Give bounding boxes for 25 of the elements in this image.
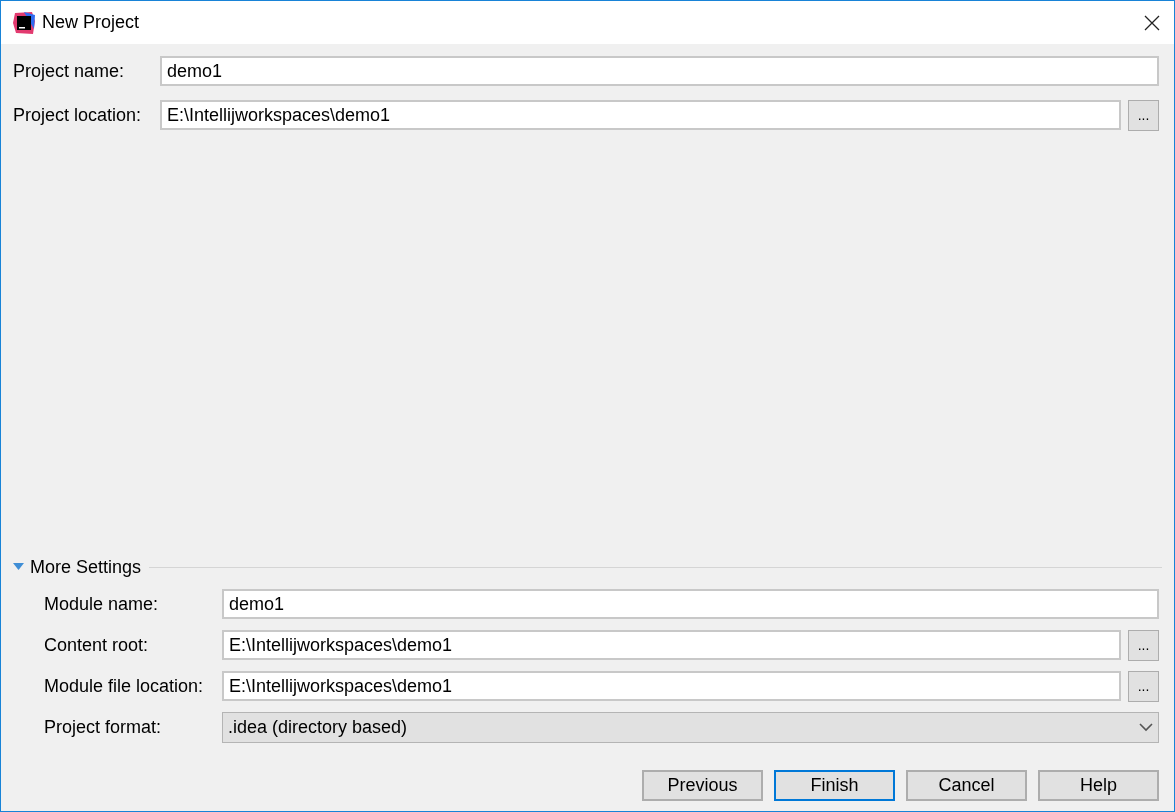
text-field[interactable]: demo1 bbox=[160, 56, 1159, 86]
text-field[interactable]: E:\Intellijworkspaces\demo1 bbox=[160, 100, 1121, 130]
app-logo-icon bbox=[12, 10, 36, 35]
dialog-button[interactable]: Previous bbox=[642, 770, 763, 801]
section-label[interactable]: More Settings bbox=[30, 553, 142, 581]
chevron-down-icon bbox=[1139, 722, 1153, 732]
field-label: Module file location: bbox=[44, 674, 205, 698]
text-field[interactable]: E:\Intellijworkspaces\demo1 bbox=[222, 630, 1121, 660]
browse-button[interactable]: ... bbox=[1128, 99, 1159, 131]
window-title: New Project bbox=[42, 11, 140, 34]
field-label: Project name: bbox=[13, 59, 126, 83]
field-label: Project format: bbox=[44, 715, 163, 739]
field-label: Project location: bbox=[13, 103, 143, 127]
dialog-button[interactable]: Finish bbox=[774, 770, 895, 801]
browse-button[interactable]: ... bbox=[1128, 629, 1159, 661]
dialog-button[interactable]: Cancel bbox=[906, 770, 1027, 801]
text-field[interactable]: E:\Intellijworkspaces\demo1 bbox=[222, 671, 1121, 701]
triangle-icon[interactable] bbox=[13, 563, 24, 571]
close-icon[interactable] bbox=[1144, 14, 1160, 31]
field-label: Module name: bbox=[44, 592, 160, 616]
field-label: Content root: bbox=[44, 633, 150, 657]
dropdown[interactable]: .idea (directory based) bbox=[222, 711, 1159, 743]
browse-button[interactable]: ... bbox=[1128, 670, 1159, 702]
text-field[interactable]: demo1 bbox=[222, 589, 1159, 619]
dialog-button[interactable]: Help bbox=[1038, 770, 1159, 801]
